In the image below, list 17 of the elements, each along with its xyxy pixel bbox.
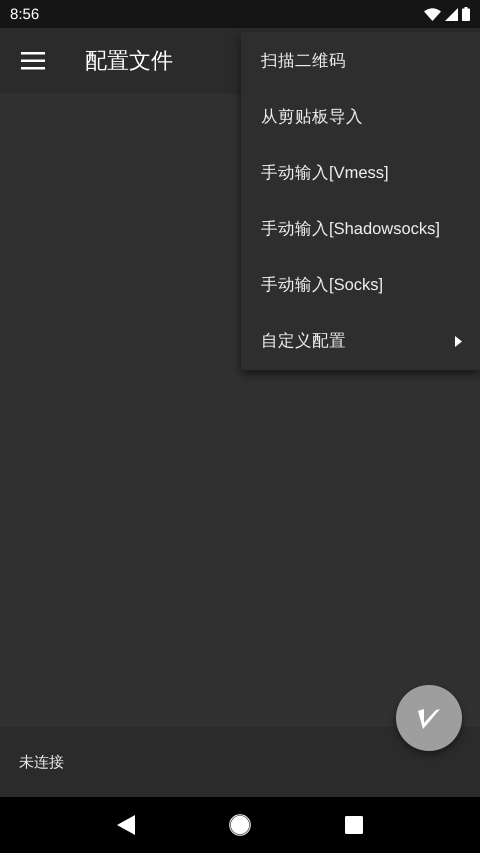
submenu-arrow-icon [455,336,462,346]
menu-item[interactable]: 从剪贴板导入 [241,89,480,145]
app-title: 配置文件 [85,48,173,76]
connection-status: 未连接 [19,752,64,772]
menu-item[interactable]: 手动输入[Shadowsocks] [241,201,480,257]
menu-item[interactable]: 扫描二维码 [241,33,480,89]
signal-icon [445,8,458,20]
logo-icon [418,707,440,729]
menu-button[interactable] [20,51,45,71]
wifi-icon [424,8,441,20]
back-button[interactable] [117,815,135,835]
menu-item[interactable]: 手动输入[Vmess] [241,145,480,201]
home-button[interactable] [229,814,251,836]
menu-item[interactable]: 自定义配置 [241,313,480,369]
battery-icon [462,7,470,21]
menu-item[interactable]: 手动输入[Socks] [241,257,480,313]
status-time: 8:56 [10,6,40,22]
